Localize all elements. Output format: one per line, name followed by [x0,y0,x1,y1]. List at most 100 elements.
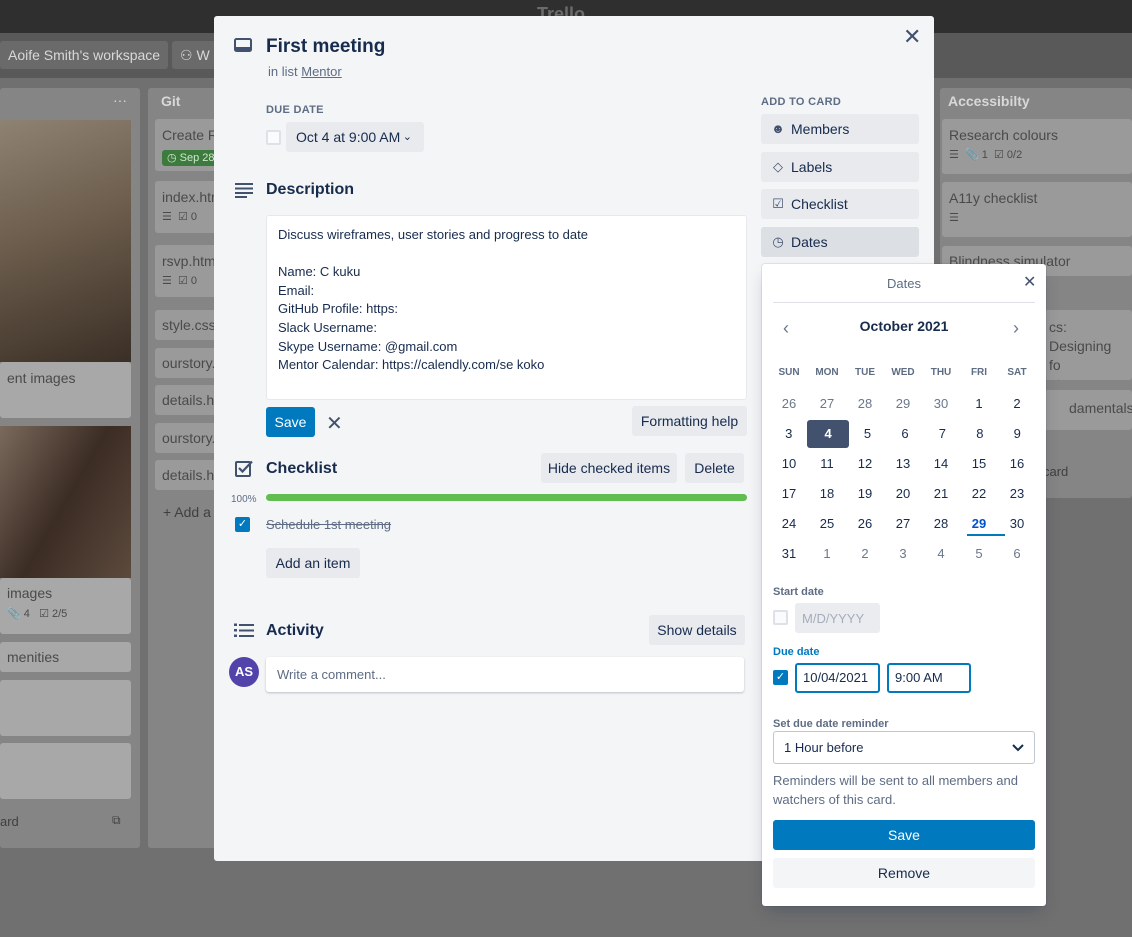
calendar-day[interactable]: 13 [884,450,922,478]
card-title[interactable]: First meeting [266,36,385,58]
calendar-day[interactable]: 14 [922,450,960,478]
card-icon [234,38,252,59]
description-editor[interactable]: Discuss wireframes, user stories and pro… [266,215,747,400]
calendar-day[interactable]: 20 [884,480,922,508]
board-card[interactable]: ourstory. [155,348,217,378]
calendar-day[interactable]: 26 [846,510,884,538]
remove-dates-button[interactable]: Remove [773,858,1035,888]
card-title: details.ht [162,392,217,408]
add-card-button[interactable]: card [1043,464,1068,479]
calendar-day[interactable]: 24 [770,510,808,538]
board-card[interactable] [0,680,131,736]
calendar-day[interactable]: 1 [960,390,998,418]
checklist-item[interactable]: Schedule 1st meeting [266,517,391,532]
board-visibility-button[interactable]: ⚇ W [172,41,218,69]
calendar-day[interactable]: 31 [770,540,808,568]
calendar-day[interactable]: 19 [846,480,884,508]
calendar-day[interactable]: 11 [808,450,846,478]
calendar-day[interactable]: 10 [770,450,808,478]
calendar-day[interactable]: 12 [846,450,884,478]
calendar-day[interactable]: 23 [998,480,1036,508]
description-icon [235,182,253,201]
calendar-day[interactable]: 17 [770,480,808,508]
formatting-help-button[interactable]: Formatting help [632,406,747,436]
calendar-day[interactable]: 3 [884,540,922,568]
due-date-button[interactable]: Oct 4 at 9:00 AM ⌄ [286,122,424,152]
due-complete-checkbox[interactable] [266,130,281,145]
card-title: A11y checklist [949,190,1038,206]
board-card[interactable]: A11y checklist ☰ [942,182,1132,237]
comment-input[interactable] [266,657,744,692]
calendar-day[interactable]: 29 [960,510,1005,538]
add-checklist-item-button[interactable]: Add an item [266,548,360,578]
board-card[interactable] [0,743,131,799]
calendar-day[interactable]: 16 [998,450,1036,478]
checklist-heading[interactable]: Checklist [266,460,337,478]
calendar-day[interactable]: 5 [960,540,998,568]
calendar-day[interactable]: 15 [960,450,998,478]
due-date-input[interactable]: 10/04/2021 [795,663,880,693]
calendar-day[interactable]: 27 [808,390,846,418]
labels-button[interactable]: ◇ Labels [761,152,919,182]
calendar-day[interactable]: 4 [922,540,960,568]
members-button[interactable]: ☻ Members [761,114,919,144]
due-date-checkbox[interactable]: ✓ [773,670,788,685]
hide-checked-button[interactable]: Hide checked items [541,453,677,483]
calendar-day[interactable]: 9 [999,420,1036,448]
checklist-item-checkbox[interactable]: ✓ [235,517,250,532]
dates-button[interactable]: ◷ Dates [761,227,919,257]
calendar-day[interactable]: 5 [849,420,886,448]
calendar-day[interactable]: 30 [998,510,1036,538]
board-card[interactable]: details.ht [155,385,217,415]
list-menu-icon[interactable]: ··· [113,92,127,108]
calendar-day[interactable]: 26 [770,390,808,418]
calendar-day[interactable]: 7 [924,420,961,448]
template-icon[interactable]: ⧉ [112,813,121,828]
board-card[interactable]: style.css [155,310,217,340]
close-icon[interactable]: ✕ [903,26,921,48]
calendar-day[interactable]: 18 [808,480,846,508]
calendar-day[interactable]: 2 [846,540,884,568]
show-details-button[interactable]: Show details [649,615,745,645]
calendar-day[interactable]: 22 [960,480,998,508]
calendar-day[interactable]: 30 [922,390,960,418]
board-card[interactable]: Create Re ◷ Sep 28 [155,119,217,171]
calendar-day[interactable]: 25 [808,510,846,538]
delete-checklist-button[interactable]: Delete [685,453,744,483]
board-card[interactable]: rsvp.html ☰ ☑ 0 [155,245,217,297]
calendar-day[interactable]: 6 [886,420,923,448]
calendar-day[interactable]: 1 [808,540,846,568]
save-dates-button[interactable]: Save [773,820,1035,850]
calendar-day[interactable]: 8 [961,420,998,448]
workspace-button[interactable]: Aoife Smith's workspace [0,41,169,69]
add-card-button[interactable]: + Add a [163,504,211,520]
board-card[interactable]: index.htm ☰ ☑ 0 [155,181,217,233]
calendar-day[interactable]: 28 [846,390,884,418]
due-time-input[interactable]: 9:00 AM [887,663,971,693]
avatar[interactable]: AS [229,657,259,687]
calendar-day[interactable]: 6 [998,540,1036,568]
calendar-day[interactable]: 27 [884,510,922,538]
board-card[interactable]: details.ht [155,460,217,490]
next-month-icon[interactable]: › [1013,318,1019,339]
start-date-checkbox[interactable] [773,610,788,625]
calendar-day[interactable]: 28 [922,510,960,538]
board-card[interactable]: Research colours ☰ 📎 1 ☑ 0/2 [942,119,1132,174]
checklist-button[interactable]: ☑ Checklist [761,189,919,219]
board-card[interactable]: ent images [0,362,131,418]
calendar-day[interactable]: 2 [998,390,1036,418]
board-card[interactable]: menities [0,642,131,672]
close-icon[interactable]: ✕ [326,411,343,436]
calendar-day[interactable]: 4 [807,420,849,448]
board-card[interactable]: ourstory. [155,423,217,453]
calendar-day[interactable]: 29 [884,390,922,418]
calendar-day[interactable]: 21 [922,480,960,508]
list-link[interactable]: Mentor [301,64,341,79]
board-card[interactable]: images 📎 4 ☑ 2/5 [0,578,131,634]
start-date-input[interactable]: M/D/YYYY [795,603,880,633]
calendar-day[interactable]: 3 [770,420,807,448]
reminder-select[interactable]: 1 Hour before [773,731,1035,764]
save-description-button[interactable]: Save [266,407,315,437]
add-card-button[interactable]: ard [0,814,19,829]
close-icon[interactable]: ✕ [1023,272,1036,292]
